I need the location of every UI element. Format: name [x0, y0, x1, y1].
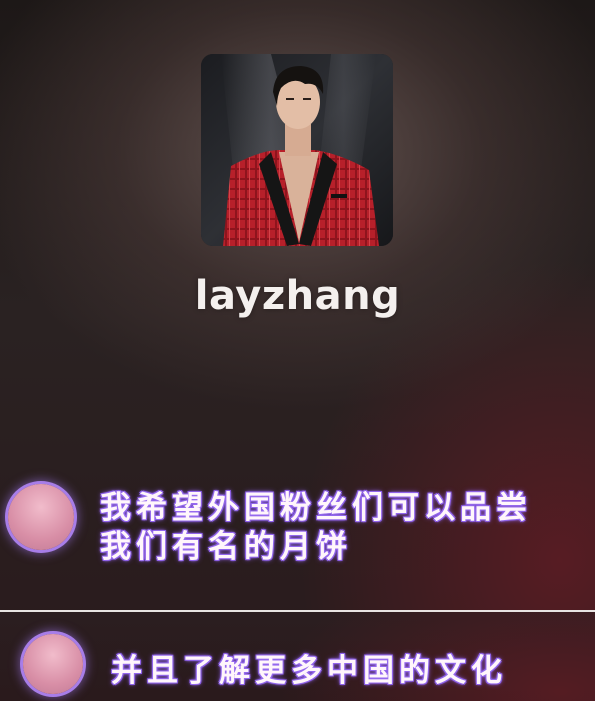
subtitle-bubble-icon: [8, 484, 74, 550]
subtitle-bubble-icon: [23, 634, 83, 694]
portrait-illustration: [201, 54, 393, 246]
video-frame-top: layzhang 我希望外国粉丝们可以品尝 我们有名的月饼: [0, 0, 595, 610]
album-cover-image[interactable]: [201, 54, 393, 246]
subtitle-line: 并且了解更多中国的文化: [111, 653, 507, 689]
subtitle-line: 我们有名的月饼: [100, 529, 352, 565]
artist-name: layzhang: [194, 273, 401, 319]
